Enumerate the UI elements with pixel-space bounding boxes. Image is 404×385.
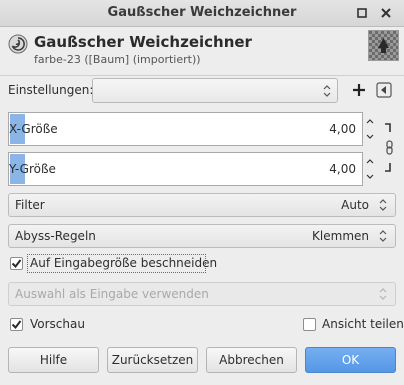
selection-input-label: Auswahl als Eingabe verwenden [15,287,209,301]
clip-checkbox[interactable] [10,257,23,270]
title-bar[interactable]: Gaußscher Weichzeichner [0,0,404,27]
y-size-label: Y-Größe [9,162,56,176]
updown-icon [379,230,387,242]
menu-arrow-icon[interactable] [375,81,393,99]
updown-icon [379,288,387,300]
clip-label[interactable]: Auf Eingabegröße beschneiden [30,256,217,270]
add-icon[interactable] [350,81,368,99]
y-size-value[interactable]: 4,00 [329,162,356,176]
abyss-dropdown[interactable]: Abyss-Regeln Klemmen [8,224,396,248]
ok-button[interactable]: OK [305,347,396,373]
window-title: Gaußscher Weichzeichner [107,5,297,20]
header-subtitle: farbe-23 ([Baum] (importiert)) [34,53,201,66]
cancel-button[interactable]: Abbrechen [206,347,297,373]
x-size-value[interactable]: 4,00 [329,122,356,136]
restore-icon[interactable] [352,3,372,23]
settings-label: Einstellungen: [8,83,94,97]
abyss-label: Abyss-Regeln [15,229,96,243]
gegl-swirl-icon [8,34,28,54]
settings-combo[interactable] [92,78,338,103]
selection-input-dropdown: Auswahl als Eingabe verwenden [8,282,396,306]
split-view-label[interactable]: Ansicht teilen [322,317,404,331]
gaussian-blur-dialog: Gaußscher Weichzeichner Gaußscher Weichz… [0,0,404,385]
updown-icon [379,199,387,211]
abyss-value: Klemmen [312,229,369,243]
help-button[interactable]: Hilfe [8,347,99,373]
y-size-spinner[interactable] [366,152,374,186]
y-size-field[interactable]: Y-Größe 4,00 [8,152,363,186]
filter-label: Filter [15,198,45,212]
header-separator [0,75,404,76]
filter-dropdown[interactable]: Filter Auto [8,193,396,217]
layer-thumbnail [368,30,399,61]
header-title: Gaußscher Weichzeichner [34,33,252,51]
reset-button[interactable]: Zurücksetzen [107,347,198,373]
chain-link-icon[interactable] [382,120,396,176]
x-size-spinner[interactable] [366,112,374,146]
preview-label[interactable]: Vorschau [30,317,85,331]
x-size-label: X-Größe [9,122,58,136]
updown-icon [323,84,331,97]
filter-value: Auto [341,198,369,212]
x-size-field[interactable]: X-Größe 4,00 [8,112,363,146]
preview-checkbox[interactable] [10,318,23,331]
split-view-checkbox[interactable] [303,318,316,331]
close-icon[interactable] [376,3,396,23]
